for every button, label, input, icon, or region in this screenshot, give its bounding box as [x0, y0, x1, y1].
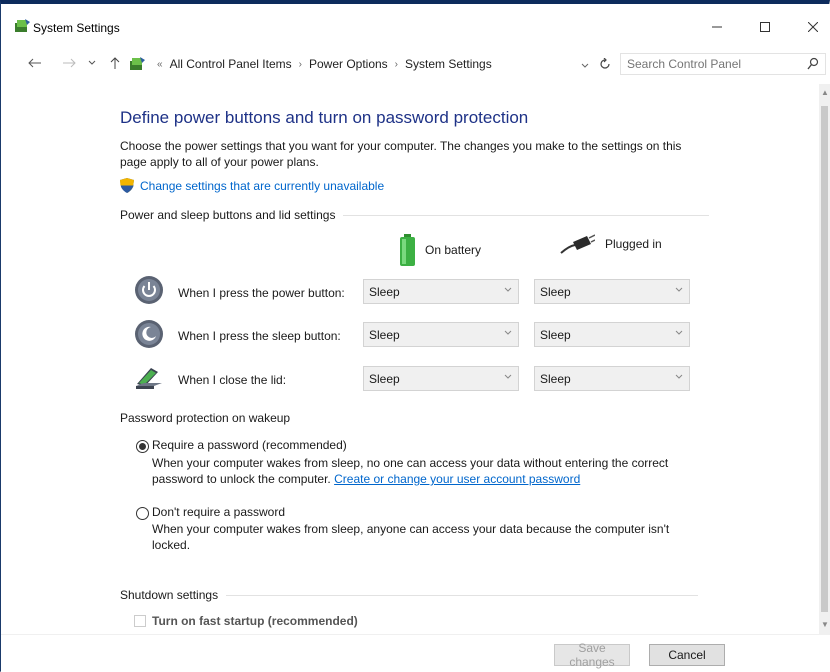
require-password-label[interactable]: Require a password (recommended) [152, 438, 347, 452]
power-section-heading: Power and sleep buttons and lid settings [120, 208, 710, 222]
section-divider [343, 214, 710, 216]
chevron-down-icon [504, 374, 512, 379]
sleep-button-icon [135, 320, 163, 348]
uac-shield-icon [120, 178, 134, 193]
search-icon[interactable] [807, 57, 819, 71]
power-section-heading-text: Power and sleep buttons and lid settings [120, 208, 336, 222]
breadcrumb-separator-icon: › [298, 58, 302, 70]
content-pane: Define power buttons and turn on passwor… [1, 84, 819, 634]
up-button[interactable] [105, 52, 125, 74]
password-section-heading: Password protection on wakeup [120, 411, 290, 425]
breadcrumb-all-items[interactable]: All Control Panel Items [170, 57, 292, 71]
vertical-scrollbar[interactable]: ▲ ▼ [819, 84, 830, 634]
control-panel-icon [130, 57, 145, 70]
power-button-icon [135, 276, 163, 304]
power-button-label: When I press the power button: [178, 286, 345, 300]
chevron-down-icon [675, 287, 683, 292]
select-value: Sleep [540, 284, 571, 299]
page-description: Choose the power settings that you want … [120, 139, 682, 169]
select-value: Sleep [540, 371, 571, 386]
scroll-up-icon[interactable]: ▲ [821, 88, 829, 97]
close-lid-plugged-select[interactable]: Sleep [534, 366, 690, 391]
create-password-link[interactable]: Create or change your user account passw… [334, 472, 580, 486]
page-title: Define power buttons and turn on passwor… [120, 108, 529, 127]
cancel-button[interactable]: Cancel [649, 644, 725, 666]
chevron-down-icon [675, 330, 683, 335]
select-value: Sleep [369, 284, 400, 299]
sleep-button-battery-select[interactable]: Sleep [363, 322, 519, 347]
address-dropdown-button[interactable] [581, 58, 589, 72]
chevron-down-icon [504, 330, 512, 335]
back-button[interactable] [25, 52, 45, 74]
overflow-chevron[interactable]: « [157, 59, 163, 70]
search-box[interactable] [620, 53, 826, 75]
breadcrumb-system-settings[interactable]: System Settings [405, 57, 492, 71]
scrollbar-thumb[interactable] [821, 106, 828, 612]
dont-require-password-description: When your computer wakes from sleep, any… [152, 522, 670, 552]
maximize-icon [760, 22, 770, 32]
select-value: Sleep [369, 371, 400, 386]
chevron-down-icon [504, 287, 512, 292]
scroll-down-icon[interactable]: ▼ [821, 620, 829, 629]
window-title: System Settings [33, 21, 120, 35]
close-icon [808, 22, 818, 32]
close-lid-battery-select[interactable]: Sleep [363, 366, 519, 391]
column-plugged-in: Plugged in [559, 234, 662, 254]
minimize-icon [712, 26, 722, 28]
recent-locations-button[interactable] [85, 52, 99, 74]
power-plug-icon [560, 234, 595, 254]
fast-startup-label[interactable]: Turn on fast startup (recommended) [152, 614, 358, 628]
battery-icon [400, 234, 415, 266]
chevron-down-icon [675, 374, 683, 379]
change-settings-link[interactable]: Change settings that are currently unava… [120, 178, 384, 193]
close-lid-label: When I close the lid: [178, 373, 287, 387]
maximize-button[interactable] [742, 12, 788, 42]
change-settings-link-text[interactable]: Change settings that are currently unava… [140, 179, 384, 193]
dont-require-password-radio[interactable] [136, 507, 149, 520]
shutdown-section-heading: Shutdown settings [120, 588, 699, 602]
forward-button[interactable] [59, 52, 79, 74]
footer-bar: Save changes Cancel [1, 634, 830, 672]
refresh-button[interactable] [595, 53, 615, 75]
breadcrumb-power-options[interactable]: Power Options [309, 57, 388, 71]
plugged-in-label: Plugged in [605, 237, 662, 251]
back-arrow-icon [28, 58, 41, 68]
chevron-down-icon [581, 63, 589, 68]
require-password-description: When your computer wakes from sleep, no … [152, 455, 702, 487]
power-button-plugged-select[interactable]: Sleep [534, 279, 690, 304]
on-battery-label: On battery [425, 243, 482, 257]
navigation-bar: « All Control Panel Items › Power Option… [1, 44, 830, 84]
title-bar: System Settings [1, 4, 830, 44]
close-button[interactable] [790, 12, 830, 42]
save-changes-button[interactable]: Save changes [554, 641, 630, 669]
dont-require-password-label[interactable]: Don't require a password [152, 505, 285, 519]
select-value: Sleep [540, 327, 571, 342]
search-input[interactable] [621, 54, 791, 74]
select-value: Sleep [369, 327, 400, 342]
shutdown-section-heading-text: Shutdown settings [120, 588, 219, 602]
section-divider [226, 594, 699, 596]
sleep-button-label: When I press the sleep button: [178, 329, 341, 343]
control-panel-icon [15, 19, 30, 32]
require-password-radio[interactable] [136, 440, 149, 453]
address-bar[interactable]: « All Control Panel Items › Power Option… [128, 53, 610, 75]
breadcrumb-separator-icon: › [394, 58, 399, 70]
up-arrow-icon [110, 57, 120, 69]
column-on-battery: On battery [400, 234, 481, 266]
minimize-button[interactable] [694, 12, 740, 42]
fast-startup-checkbox[interactable] [134, 615, 146, 627]
laptop-lid-icon [136, 368, 162, 389]
refresh-icon [600, 58, 610, 69]
password-section-heading-text: Password protection on wakeup [120, 411, 291, 425]
power-button-battery-select[interactable]: Sleep [363, 279, 519, 304]
chevron-down-icon [88, 60, 96, 65]
sleep-button-plugged-select[interactable]: Sleep [534, 322, 690, 347]
system-settings-window: System Settings « All Control Panel Item… [0, 0, 830, 672]
forward-arrow-icon [63, 58, 76, 68]
